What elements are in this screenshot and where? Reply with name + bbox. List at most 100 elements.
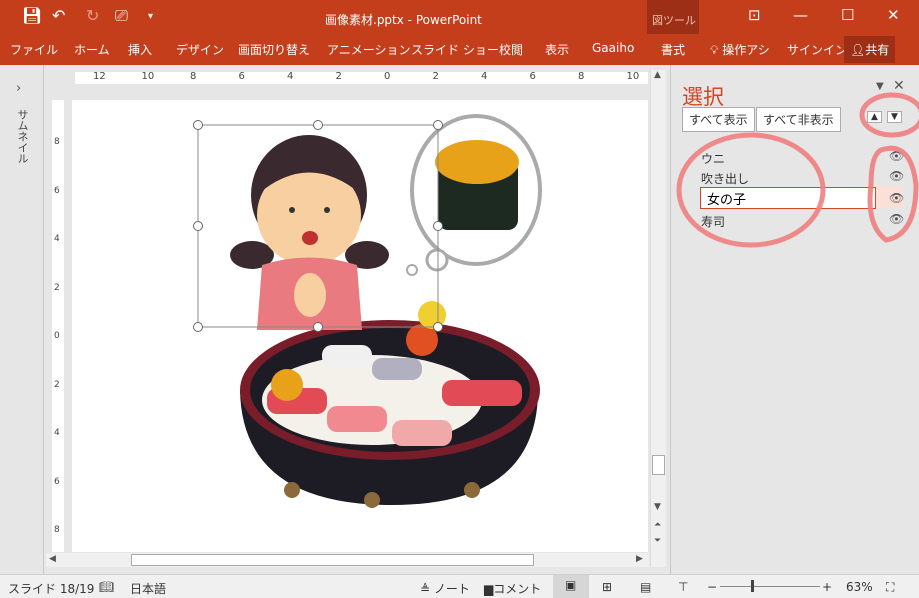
- window-title: 画像素材.pptx - PowerPoint: [325, 13, 482, 27]
- horizontal-scroll-thumb[interactable]: [131, 554, 534, 566]
- ruler-tick-label: 12: [93, 72, 106, 82]
- title-bar: 💾︎ ↶ ↻ ⎚ ▾ 画像素材.pptx - PowerPoint ⊡ — ☐ …: [0, 0, 919, 34]
- tab-animations[interactable]: アニメーション: [327, 41, 411, 58]
- tell-me[interactable]: 💡︎ 操作アシ: [710, 41, 770, 58]
- list-item[interactable]: ウニ: [701, 150, 725, 167]
- ruler-tick-label: 8: [54, 137, 60, 147]
- zoom-slider[interactable]: [720, 586, 820, 587]
- previous-slide-icon[interactable]: ⏶: [654, 520, 661, 530]
- list-item[interactable]: 吹き出し: [701, 170, 749, 187]
- tab-design[interactable]: デザイン: [176, 41, 224, 58]
- ribbon-display-icon[interactable]: ⊡: [748, 6, 761, 24]
- ruler-tick-label: 2: [432, 72, 439, 82]
- vertical-ruler: 8 6 4 2 0 2 4 6 8: [52, 100, 64, 552]
- scroll-up-icon[interactable]: ▲: [654, 70, 661, 80]
- thumbnail-pane[interactable]: › サムネイル: [0, 65, 44, 574]
- zoom-out-button[interactable]: −: [707, 580, 717, 594]
- sign-in-link[interactable]: サインイン: [787, 41, 847, 58]
- uni-sushi[interactable]: [435, 140, 519, 230]
- redo-icon[interactable]: ↻: [86, 6, 99, 25]
- customize-qat-icon[interactable]: ▾: [148, 11, 153, 22]
- sushi-box[interactable]: [240, 301, 540, 508]
- share-button[interactable]: 👤︎共有: [844, 36, 896, 63]
- normal-view-button[interactable]: ▣: [553, 575, 589, 598]
- bring-forward-icon[interactable]: ▲: [867, 111, 882, 123]
- ruler-tick-label: 6: [238, 72, 245, 82]
- resize-handle-w[interactable]: [193, 221, 203, 231]
- tab-view[interactable]: 表示: [545, 41, 569, 58]
- fit-to-window-icon[interactable]: ⛶: [886, 580, 894, 595]
- resize-handle-se[interactable]: [433, 322, 443, 332]
- ruler-tick-label: 2: [54, 379, 60, 390]
- comments-button[interactable]: ▆コメント: [484, 580, 541, 597]
- reading-view-icon[interactable]: ▤: [640, 580, 651, 594]
- resize-handle-e[interactable]: [433, 221, 443, 231]
- ruler-tick-label: 6: [529, 72, 536, 82]
- notes-icon: ≜: [420, 582, 431, 596]
- list-item[interactable]: 寿司: [701, 213, 725, 230]
- hide-all-button[interactable]: すべて非表示: [756, 107, 841, 132]
- notes-button[interactable]: ≜ ノート: [420, 580, 470, 597]
- expand-thumbnails-icon[interactable]: ›: [16, 81, 21, 96]
- selection-pane: 選択 ▼ ✕ すべて表示 すべて非表示 ▲ ▼ ウニ 👁︎ 吹き出し 👁︎ 👁︎…: [670, 65, 919, 574]
- slideshow-icon[interactable]: ⊤: [678, 580, 688, 594]
- pane-close-icon[interactable]: ✕: [893, 78, 905, 94]
- resize-handle-sw[interactable]: [193, 322, 203, 332]
- save-icon[interactable]: 💾︎: [22, 6, 42, 25]
- ruler-tick-label: 4: [287, 72, 294, 82]
- ruler-tick-label: 0: [54, 331, 60, 341]
- undo-icon[interactable]: ↶: [52, 6, 65, 25]
- tab-home[interactable]: ホーム: [74, 41, 110, 58]
- ruler-tick-label: 6: [54, 185, 60, 196]
- zoom-in-button[interactable]: +: [822, 580, 832, 594]
- resize-handle-nw[interactable]: [193, 120, 203, 130]
- minimize-button[interactable]: —: [793, 6, 808, 24]
- slide-sorter-icon[interactable]: ⊞: [602, 580, 612, 594]
- tab-insert[interactable]: 挿入: [128, 41, 152, 58]
- spellcheck-icon[interactable]: 📖︎: [99, 580, 114, 594]
- show-all-button[interactable]: すべて表示: [682, 107, 755, 132]
- scroll-left-icon[interactable]: ◀: [49, 554, 56, 564]
- tab-format[interactable]: 書式: [661, 41, 685, 58]
- lightbulb-icon: 💡︎: [710, 43, 719, 57]
- vertical-scroll-thumb[interactable]: [652, 455, 665, 475]
- resize-handle-s[interactable]: [313, 322, 323, 332]
- eye-icon[interactable]: 👁︎: [889, 212, 904, 226]
- rename-input[interactable]: [700, 187, 876, 209]
- slide-counter: スライド 18/19: [8, 582, 95, 596]
- vertical-scrollbar[interactable]: ▲ ▼ ⏶ ⏷: [650, 70, 666, 567]
- ruler-tick-label: 8: [190, 72, 197, 82]
- language-indicator[interactable]: 日本語: [130, 580, 166, 597]
- next-slide-icon[interactable]: ⏷: [654, 536, 661, 546]
- tab-gaaiho[interactable]: Gaaiho: [592, 41, 634, 55]
- slide-illustration: [197, 114, 542, 508]
- girl[interactable]: [230, 135, 389, 330]
- eye-icon[interactable]: 👁︎: [889, 169, 904, 183]
- eye-icon[interactable]: 👁︎: [889, 191, 904, 205]
- present-icon[interactable]: ⎚: [115, 6, 128, 26]
- resize-handle-ne[interactable]: [433, 120, 443, 130]
- ruler-tick-label: 10: [626, 72, 640, 82]
- tab-file[interactable]: ファイル: [10, 41, 58, 58]
- horizontal-scrollbar[interactable]: ◀ ▶: [46, 553, 649, 567]
- tab-transitions[interactable]: 画面切り替え: [238, 41, 310, 58]
- maximize-button[interactable]: ☐: [841, 6, 854, 24]
- share-label: 共有: [865, 43, 890, 57]
- send-backward-icon[interactable]: ▼: [887, 111, 902, 123]
- tab-slideshow[interactable]: スライド ショー: [411, 41, 499, 58]
- ruler-tick-label: 0: [384, 72, 391, 82]
- scroll-down-icon[interactable]: ▼: [654, 502, 661, 512]
- eye-icon[interactable]: 👁︎: [889, 149, 904, 163]
- zoom-level[interactable]: 63%: [846, 580, 873, 594]
- pane-options-icon[interactable]: ▼: [876, 81, 884, 92]
- ruler-tick-label: 4: [481, 72, 488, 82]
- resize-handle-n[interactable]: [313, 120, 323, 130]
- tab-review[interactable]: 校閲: [499, 41, 523, 58]
- notes-label: ノート: [433, 582, 470, 596]
- slide-canvas[interactable]: [72, 100, 648, 552]
- scroll-right-icon[interactable]: ▶: [636, 554, 643, 564]
- ruler-tick-label: 4: [54, 234, 60, 244]
- close-button[interactable]: ✕: [887, 6, 900, 24]
- ruler-tick-label: 2: [335, 72, 342, 82]
- zoom-slider-thumb[interactable]: [750, 580, 754, 592]
